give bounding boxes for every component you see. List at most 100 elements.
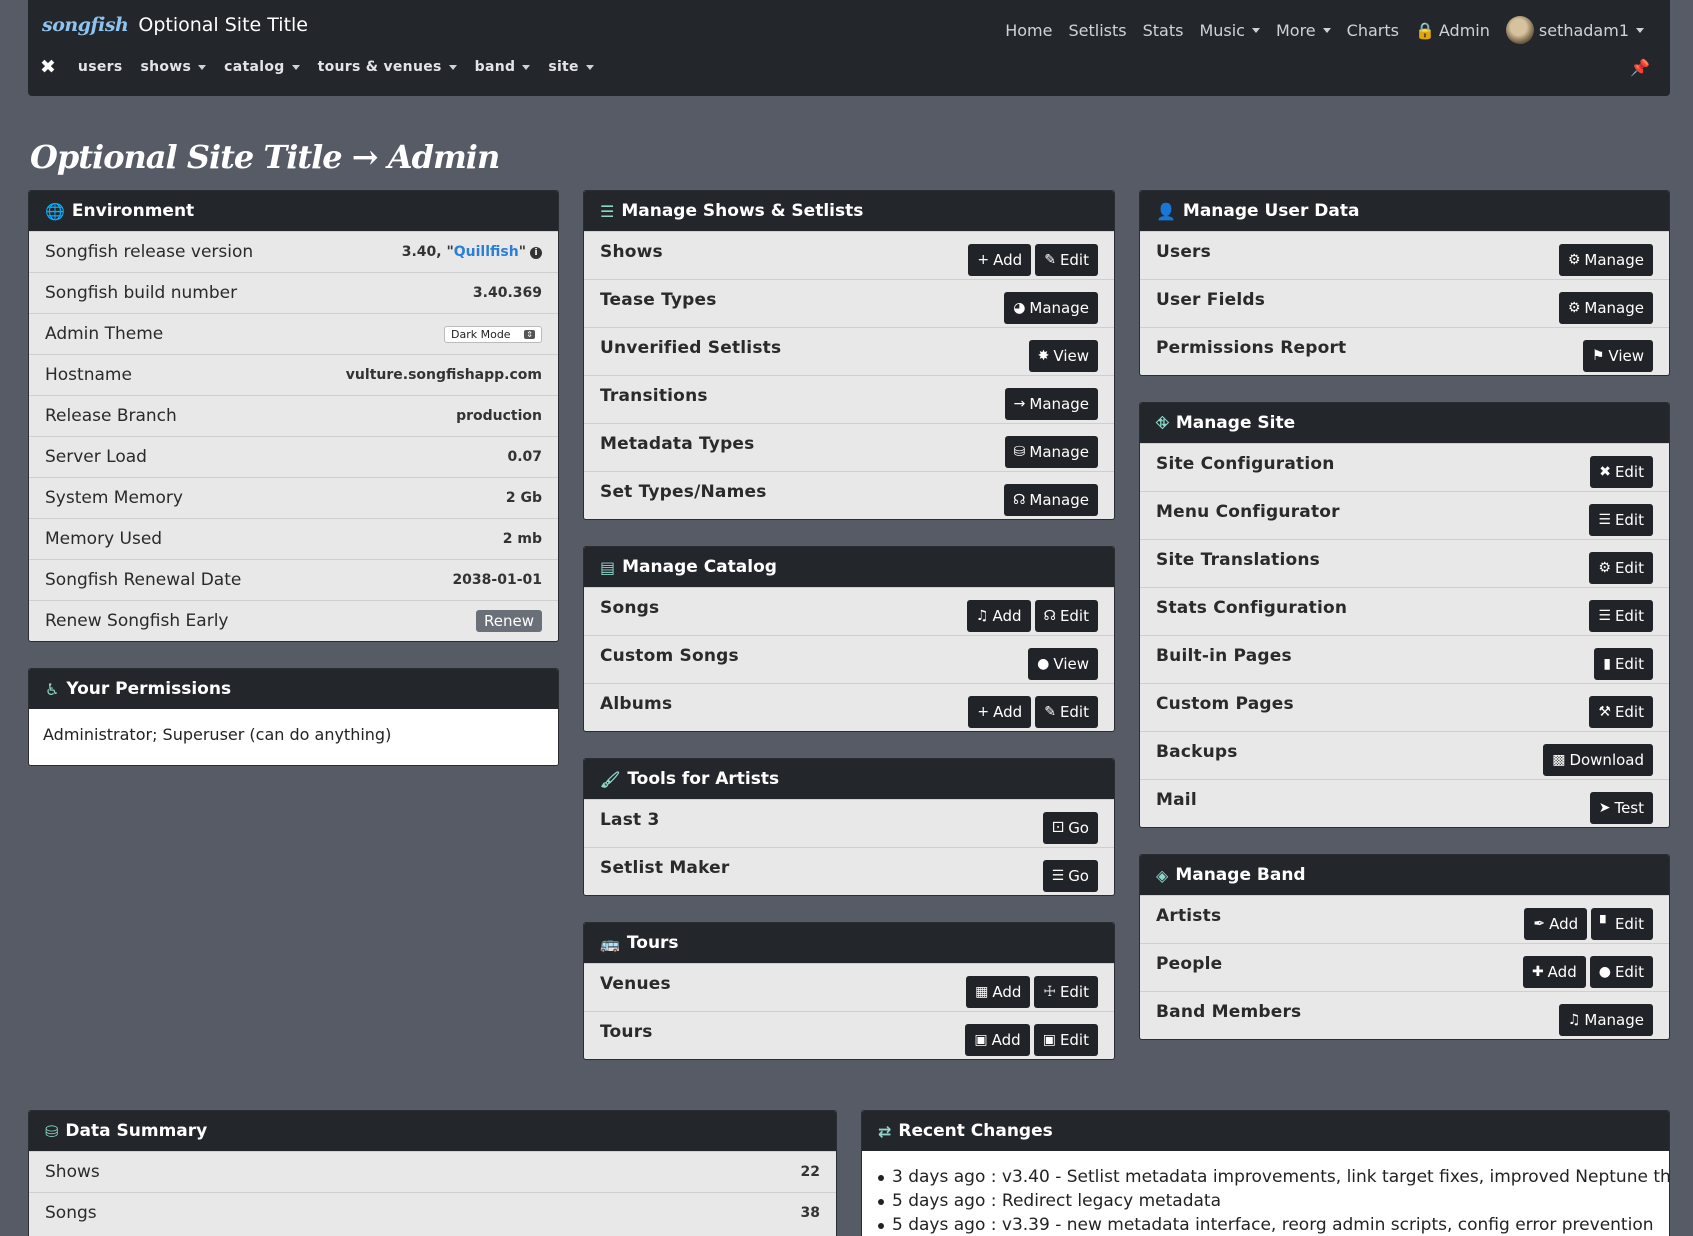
- row-label: Artists: [1156, 906, 1222, 926]
- accessibility-icon: ♿: [45, 679, 60, 699]
- nav-charts[interactable]: Charts: [1347, 21, 1399, 40]
- manage-user-fields-button[interactable]: ⚙ Manage: [1558, 292, 1653, 324]
- view-permissions-report-button[interactable]: ⚑ View: [1582, 340, 1653, 372]
- admin-row: Albums + Add ✎ Edit: [584, 683, 1114, 731]
- edit-people-button[interactable]: ● Edit: [1589, 956, 1653, 988]
- edit-stats-config-button[interactable]: ☰ Edit: [1589, 600, 1653, 632]
- site-title[interactable]: Optional Site Title: [138, 14, 308, 36]
- renew-button[interactable]: Renew: [476, 610, 542, 632]
- subnav-shows[interactable]: shows: [140, 59, 206, 75]
- button-label: Test: [1614, 799, 1644, 817]
- user-menu-dropdown[interactable]: sethadam1: [1505, 16, 1644, 44]
- edit-artists-button[interactable]: ▘ Edit: [1591, 908, 1653, 940]
- version-number: 3.40, ": [401, 244, 454, 260]
- headset-icon: ☊: [1012, 492, 1026, 508]
- row-label: Transitions: [600, 386, 708, 406]
- edit-builtin-pages-button[interactable]: ▮ Edit: [1594, 648, 1653, 680]
- recent-changes-panel: ⇄ Recent Changes 3 days ago : v3.40 - Set…: [861, 1110, 1670, 1236]
- subnav-site[interactable]: site: [548, 59, 594, 75]
- add-tour-button[interactable]: ▣ Add: [965, 1024, 1030, 1056]
- database-icon: ⛁: [45, 1121, 59, 1141]
- add-artist-button[interactable]: ✒ Add: [1524, 908, 1588, 940]
- admin-row: Custom Songs ● View: [584, 635, 1114, 683]
- add-person-button[interactable]: ✚ Add: [1522, 956, 1586, 988]
- theme-select[interactable]: Dark Mode ⇕: [444, 325, 542, 343]
- panel-header: ⇄ Recent Changes: [862, 1111, 1669, 1151]
- list-icon: ▤: [600, 557, 616, 577]
- row-label: Site Configuration: [1156, 454, 1335, 474]
- view-custom-songs-button[interactable]: ● View: [1028, 648, 1098, 680]
- button-label: Edit: [1059, 1031, 1089, 1049]
- manage-transitions-button[interactable]: → Manage: [1004, 388, 1098, 420]
- button-label: Go: [1068, 819, 1089, 837]
- artist-tools-panel: 🖌 Tools for Artists Last 3 ⚀ Go Setlist Mak…: [583, 758, 1115, 896]
- edit-show-button[interactable]: ✎ Edit: [1035, 244, 1098, 276]
- admin-row: Tours ▣ Add ▣ Edit: [584, 1011, 1114, 1059]
- panel-title: Manage Shows & Setlists: [621, 201, 864, 221]
- env-row: Release Branch production: [29, 395, 558, 436]
- edit-menu-button[interactable]: ☰ Edit: [1589, 504, 1653, 536]
- edit-custom-pages-button[interactable]: ⚒ Edit: [1589, 696, 1653, 728]
- edit-site-config-button[interactable]: ✖ Edit: [1590, 456, 1653, 488]
- subnav-tours-venues[interactable]: tours & venues: [318, 59, 457, 75]
- manage-metadata-button[interactable]: ⛁ Manage: [1004, 436, 1098, 468]
- version-name-link[interactable]: Quillfish: [454, 244, 519, 260]
- test-mail-button[interactable]: ➤ Test: [1589, 792, 1653, 824]
- subnav-users[interactable]: users: [78, 59, 123, 75]
- view-unverified-button[interactable]: ✸ View: [1028, 340, 1098, 372]
- panel-title: Manage Site: [1175, 413, 1296, 433]
- tools-icon[interactable]: ✖: [40, 56, 56, 78]
- row-label: Set Types/Names: [600, 482, 767, 502]
- subnav-catalog[interactable]: catalog: [224, 59, 299, 75]
- manage-band-members-button[interactable]: ♫ Manage: [1558, 1004, 1653, 1036]
- subnav-band-label: band: [474, 59, 516, 75]
- row-label: Custom Songs: [600, 646, 739, 666]
- add-show-button[interactable]: + Add: [968, 244, 1032, 276]
- summary-count: 38: [800, 1205, 820, 1221]
- nav-more-dropdown[interactable]: More: [1276, 21, 1331, 40]
- env-value: 2 Gb: [505, 490, 542, 506]
- admin-row: Set Types/Names ☊ Manage: [584, 471, 1114, 519]
- panel-title: Data Summary: [65, 1121, 208, 1141]
- add-venue-button[interactable]: ▦ Add: [966, 976, 1031, 1008]
- last3-go-button[interactable]: ⚀ Go: [1043, 812, 1098, 844]
- manage-users-button[interactable]: ⚙ Manage: [1558, 244, 1653, 276]
- nav-setlists[interactable]: Setlists: [1068, 21, 1126, 40]
- manage-tease-types-button[interactable]: ◕ Manage: [1004, 292, 1098, 324]
- permissions-panel: ♿ Your Permissions Administrator; Superus…: [28, 668, 559, 766]
- nav-admin[interactable]: 🔒 Admin: [1415, 21, 1490, 40]
- pin-icon[interactable]: 📌: [1630, 58, 1650, 77]
- list-item: 5 days ago : v3.39 - new metadata interf…: [876, 1213, 1655, 1236]
- panel-title: Manage Catalog: [622, 557, 777, 577]
- brand[interactable]: songfish Optional Site Title: [42, 14, 308, 36]
- row-label: Setlist Maker: [600, 858, 730, 878]
- add-song-button[interactable]: ♫ Add: [966, 600, 1031, 632]
- nav-music-dropdown[interactable]: Music: [1199, 21, 1260, 40]
- version-quote: ": [518, 244, 526, 260]
- add-album-button[interactable]: + Add: [968, 696, 1032, 728]
- manage-set-types-button[interactable]: ☊ Manage: [1003, 484, 1098, 516]
- info-icon[interactable]: i: [530, 247, 542, 259]
- changes-list: 3 days ago : v3.40 - Setlist metadata im…: [862, 1151, 1669, 1236]
- nav-home[interactable]: Home: [1005, 21, 1052, 40]
- nav-stats[interactable]: Stats: [1143, 21, 1184, 40]
- badge-icon: ✸: [1037, 348, 1050, 364]
- panel-header: ♿ Your Permissions: [29, 669, 558, 709]
- nav-more-label: More: [1275, 20, 1316, 40]
- row-label: Metadata Types: [600, 434, 755, 454]
- brand-logo[interactable]: songfish: [42, 14, 129, 36]
- edit-albums-button[interactable]: ✎ Edit: [1035, 696, 1098, 728]
- subnav-band[interactable]: band: [475, 59, 531, 75]
- edit-songs-button[interactable]: ☊ Edit: [1034, 600, 1098, 632]
- edit-translations-button[interactable]: ⚙ Edit: [1589, 552, 1653, 584]
- button-label: Add: [993, 251, 1023, 269]
- select-arrows-icon: ⇕: [524, 329, 535, 339]
- bus-icon: 🚌: [600, 933, 620, 953]
- edit-tours-button[interactable]: ▣ Edit: [1033, 1024, 1098, 1056]
- button-label: Edit: [1614, 963, 1644, 981]
- admin-row: Songs ♫ Add ☊ Edit: [584, 587, 1114, 635]
- setlist-maker-go-button[interactable]: ☰ Go: [1042, 860, 1098, 892]
- download-backup-button[interactable]: ▩ Download: [1543, 744, 1653, 776]
- edit-venues-button[interactable]: ☩ Edit: [1034, 976, 1098, 1008]
- summary-label: Songs: [45, 1203, 97, 1223]
